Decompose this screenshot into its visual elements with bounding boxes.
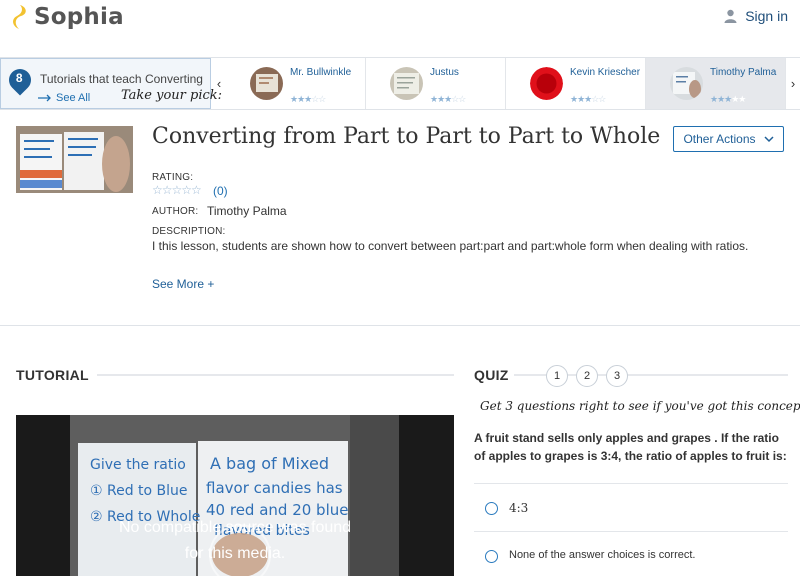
tutorials-count-panel: 8 Tutorials that teach Converting See Al… <box>0 58 222 109</box>
take-your-pick-label: Take your pick: <box>121 88 223 103</box>
tutor-name: Mr. Bullwinkle <box>290 67 352 78</box>
strip-item-bullwinkle[interactable]: Mr. Bullwinkle ★★★☆☆ <box>226 58 366 109</box>
description-text: I this lesson, students are shown how to… <box>152 239 749 253</box>
other-actions-button[interactable]: Other Actions <box>673 126 784 152</box>
sign-in-label: Sign in <box>745 8 788 24</box>
answer-text: None of the answer choices is correct. <box>509 549 696 561</box>
chevron-left-icon: ‹ <box>216 76 222 91</box>
user-icon <box>724 9 737 23</box>
answer-option-2[interactable]: None of the answer choices is correct. <box>474 531 788 577</box>
tutor-avatar <box>530 67 563 100</box>
tutorial-overview: Converting from Part to Part to Part to … <box>0 110 800 326</box>
quiz-question: A fruit stand sells only apples and grap… <box>474 431 787 463</box>
svg-text:flavor candies has: flavor candies has <box>206 479 343 497</box>
rating-stars[interactable]: ☆☆☆☆☆ <box>152 183 202 197</box>
page-title: Converting from Part to Part to Part to … <box>152 124 661 149</box>
chevron-down-icon <box>763 135 774 142</box>
tutor-rating-stars: ★★★☆☆ <box>290 94 326 104</box>
svg-text:A bag of Mixed: A bag of Mixed <box>210 454 329 473</box>
tutor-rating-stars: ★★★☆☆ <box>430 94 466 104</box>
tutor-name: Timothy Palma <box>710 67 777 78</box>
tutorial-thumbnail[interactable] <box>16 126 133 193</box>
see-more-link[interactable]: See More + <box>152 277 214 291</box>
tutor-rating-stars: ★★★☆☆ <box>570 94 606 104</box>
video-error-message: No compatible source was found for this … <box>118 519 352 562</box>
tutorial-section-label: TUTORIAL <box>16 367 89 383</box>
radio-button[interactable] <box>485 550 498 563</box>
strip-item-justus[interactable]: Justus ★★★☆☆ <box>366 58 506 109</box>
arrow-right-icon <box>38 94 51 102</box>
see-all-link[interactable]: See All <box>38 92 90 104</box>
tutor-avatar <box>390 67 423 100</box>
tutor-avatar <box>250 67 283 100</box>
description-label: DESCRIPTION: <box>152 226 226 237</box>
answer-text: 4:3 <box>509 501 529 515</box>
tutor-name: Kevin Kriescher <box>570 67 641 78</box>
sophia-logo[interactable]: Sophia <box>10 4 124 30</box>
strip-next-button[interactable]: › <box>786 58 800 109</box>
strip-prev-button[interactable]: ‹ <box>212 58 226 109</box>
tutor-name: Justus <box>430 67 459 78</box>
strip-item-palma[interactable]: Timothy Palma ★★★★★ <box>646 58 786 109</box>
chevron-right-icon: › <box>790 76 796 91</box>
author-label: AUTHOR: <box>152 206 199 217</box>
rating-label: RATING: <box>152 172 194 183</box>
quiz-section-label: QUIZ <box>474 367 509 383</box>
quiz-step-2[interactable]: 2 <box>576 365 598 387</box>
strip-item-kriescher[interactable]: Kevin Kriescher ★★★☆☆ <box>506 58 646 109</box>
answer-option-1[interactable]: 4:3 <box>474 483 788 529</box>
strip-title: Tutorials that teach Converting <box>40 72 203 86</box>
quiz-tagline: Get 3 questions right to see if you've g… <box>480 399 800 413</box>
tutor-avatar <box>670 67 703 100</box>
svg-text:① Red to Blue: ① Red to Blue <box>90 483 188 499</box>
rating-count[interactable]: (0) <box>213 184 228 198</box>
quiz-step-1[interactable]: 1 <box>546 365 568 387</box>
tutor-rating-stars: ★★★★★ <box>710 94 746 104</box>
tutorial-count-badge: 8 <box>4 64 36 96</box>
sophia-leaf-icon <box>13 5 26 29</box>
tutorials-strip: 8 Tutorials that teach Converting See Al… <box>0 57 800 110</box>
tutorial-divider <box>97 374 454 376</box>
author-name: Timothy Palma <box>207 204 287 218</box>
sign-in-link[interactable]: Sign in <box>724 8 788 24</box>
svg-text:Give the ratio: Give the ratio <box>90 457 186 473</box>
brand-name: Sophia <box>34 4 124 30</box>
quiz-step-3[interactable]: 3 <box>606 365 628 387</box>
video-player[interactable]: Give the ratio ① Red to Blue ② Red to Wh… <box>16 415 454 576</box>
site-header: Sophia Sign in <box>0 0 800 58</box>
radio-button[interactable] <box>485 502 498 515</box>
